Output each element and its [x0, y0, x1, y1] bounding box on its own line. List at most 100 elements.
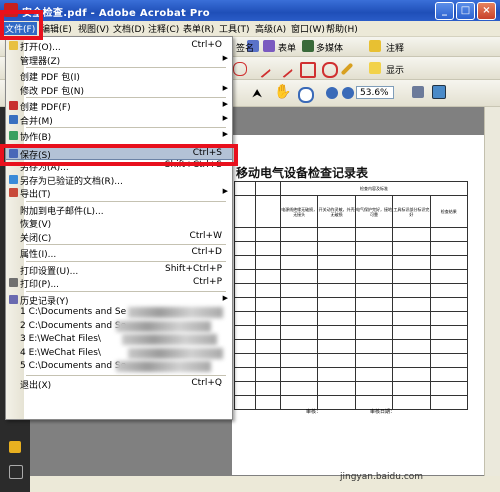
pencil-tool-icon[interactable]: [340, 62, 354, 76]
menu-advanced[interactable]: 高级(A): [253, 22, 288, 35]
history-icon: [9, 294, 18, 304]
menu-forms[interactable]: 表单(R): [181, 22, 216, 35]
fit-width-icon[interactable]: [432, 85, 446, 99]
column-header: 电源线绝缘无破损，无接头: [279, 195, 319, 228]
table-row: [234, 241, 469, 256]
zoom-tool-icon[interactable]: [298, 87, 314, 103]
attachment-icon[interactable]: [9, 465, 23, 479]
file-menu-item[interactable]: 另存为已验证的文档(R)...: [6, 173, 232, 187]
file-menu-item[interactable]: 创建 PDF 包(I): [6, 69, 232, 83]
form-button[interactable]: 表单: [278, 41, 296, 54]
file-menu-item[interactable]: 打印(P)... Ctrl+P: [6, 276, 232, 290]
collaborate-icon: [9, 131, 18, 140]
file-menu-item[interactable]: 协作(B) ▶: [6, 129, 232, 143]
document-title: 移动电气设备检查记录表: [236, 166, 369, 180]
file-menu-item[interactable]: 5 C:\Documents and Se: [6, 360, 232, 373]
menu-item-label: 打开(O)...: [20, 43, 61, 53]
file-menu-item[interactable]: 恢复(V): [6, 216, 232, 230]
menu-item-label: 2 C:\Documents and Se: [20, 320, 127, 331]
menu-separator: [26, 67, 226, 68]
submenu-arrow-icon: ▶: [222, 100, 228, 108]
menu-item-label: 另存为已验证的文档(R)...: [20, 176, 123, 187]
show-button[interactable]: 显示: [386, 63, 404, 76]
menu-help[interactable]: 帮助(H): [324, 22, 360, 35]
menu-item-label: 1 C:\Documents and Se: [20, 307, 127, 317]
menu-item-label: 属性(I)...: [20, 250, 57, 260]
table-row: [234, 311, 469, 326]
file-menu-item[interactable]: 修改 PDF 包(N) ▶: [6, 83, 232, 97]
horizontal-scrollbar[interactable]: [30, 476, 500, 492]
menu-item-shortcut: Ctrl+P: [193, 277, 222, 287]
certified-icon: [9, 174, 18, 184]
menu-item-shortcut: Ctrl+O: [191, 40, 222, 50]
file-menu-item[interactable]: 3 E:\WeChat Files\: [6, 333, 232, 346]
menu-item-shortcut: Ctrl+W: [189, 230, 222, 241]
file-menu-item[interactable]: 4 E:\WeChat Files\: [6, 347, 232, 360]
menu-item-label: 恢复(V): [20, 220, 52, 230]
window-title: 安全检查.pdf - Adobe Acrobat Pro: [22, 8, 210, 19]
table-row: [234, 255, 469, 270]
arrow-tool-icon[interactable]: [252, 59, 272, 79]
comment-button[interactable]: 注释: [386, 41, 404, 54]
table-row: [234, 339, 469, 354]
file-menu-item[interactable]: 打开(O)... Ctrl+O: [6, 39, 232, 53]
comment-panel-icon[interactable]: [9, 441, 21, 453]
menu-item-label: 打印设置(U)...: [20, 266, 79, 277]
file-menu-item[interactable]: 导出(T) ▶: [6, 186, 232, 200]
menu-item-shortcut: Shift+Ctrl+P: [165, 263, 222, 274]
multimedia-icon: [302, 40, 314, 52]
form-icon: [263, 40, 275, 52]
reviewer-label: 审核：: [306, 409, 322, 415]
zoom-input[interactable]: 53.6%: [356, 86, 394, 99]
file-menu-item[interactable]: 创建 PDF(F) ▶: [6, 99, 232, 113]
review-date-label: 审核日期：: [370, 409, 396, 415]
file-menu-item[interactable]: 属性(I)... Ctrl+D: [6, 246, 232, 260]
file-menu-item[interactable]: 合并(M) ▶: [6, 113, 232, 127]
fit-page-icon[interactable]: [412, 86, 424, 98]
menu-comment[interactable]: 注释(C): [146, 22, 181, 35]
menu-window[interactable]: 窗口(W): [289, 22, 327, 35]
file-menu-highlight: [0, 10, 43, 40]
file-menu-item[interactable]: 2 C:\Documents and Se: [6, 320, 232, 333]
menu-document[interactable]: 文档(D): [111, 22, 147, 35]
menu-tools[interactable]: 工具(T): [217, 22, 252, 35]
column-header: 工具标识部分标识完好: [392, 195, 431, 228]
vertical-scrollbar[interactable]: [484, 107, 500, 480]
multimedia-button[interactable]: 多媒体: [316, 41, 343, 54]
menu-view[interactable]: 视图(V): [76, 22, 111, 35]
sign-button[interactable]: 签名: [236, 41, 254, 54]
export-icon: [9, 188, 18, 197]
maximize-button[interactable]: □: [456, 2, 475, 20]
minimize-button[interactable]: _: [435, 2, 454, 20]
redacted-path: [122, 334, 217, 345]
file-menu-item[interactable]: 打印设置(U)... Shift+Ctrl+P: [6, 263, 232, 277]
file-menu-item[interactable]: 附加到电子邮件(L)...: [6, 203, 232, 217]
watermark-text: jingyan.baidu.com: [340, 472, 424, 482]
close-button[interactable]: ×: [477, 2, 496, 20]
file-menu-item[interactable]: 退出(X) Ctrl+Q: [6, 377, 232, 391]
file-menu-item[interactable]: 历史记录(Y) ▶: [6, 293, 232, 307]
menu-item-label: 合并(M): [20, 116, 53, 127]
table-row: [234, 353, 469, 368]
table-row: [234, 269, 469, 284]
column-header: 电气保护完好，接地可靠: [354, 195, 394, 228]
submenu-arrow-icon: ▶: [222, 293, 228, 302]
cloud-shape-icon[interactable]: [233, 62, 247, 76]
line-tool-icon[interactable]: [274, 59, 294, 79]
zoom-out-icon[interactable]: [326, 87, 338, 99]
save-item-highlight: [0, 144, 238, 166]
redacted-path: [116, 361, 211, 372]
file-menu-item[interactable]: 管理器(Z) ▶: [6, 53, 232, 67]
rectangle-tool-icon[interactable]: [300, 62, 316, 78]
redacted-path: [128, 347, 223, 359]
hand-tool-icon[interactable]: ✋: [274, 84, 291, 100]
select-cursor-icon[interactable]: ⮝: [252, 86, 262, 101]
file-menu-item[interactable]: 1 C:\Documents and Se: [6, 306, 232, 319]
comment-icon: [369, 40, 381, 52]
menu-separator: [26, 127, 226, 128]
menu-item-label: 打印(P)...: [20, 280, 60, 290]
file-menu-item[interactable]: 关闭(C) Ctrl+W: [6, 230, 232, 244]
menu-edit[interactable]: 编辑(E): [39, 22, 74, 35]
oval-tool-icon[interactable]: [322, 62, 338, 78]
zoom-in-icon[interactable]: [342, 87, 354, 99]
